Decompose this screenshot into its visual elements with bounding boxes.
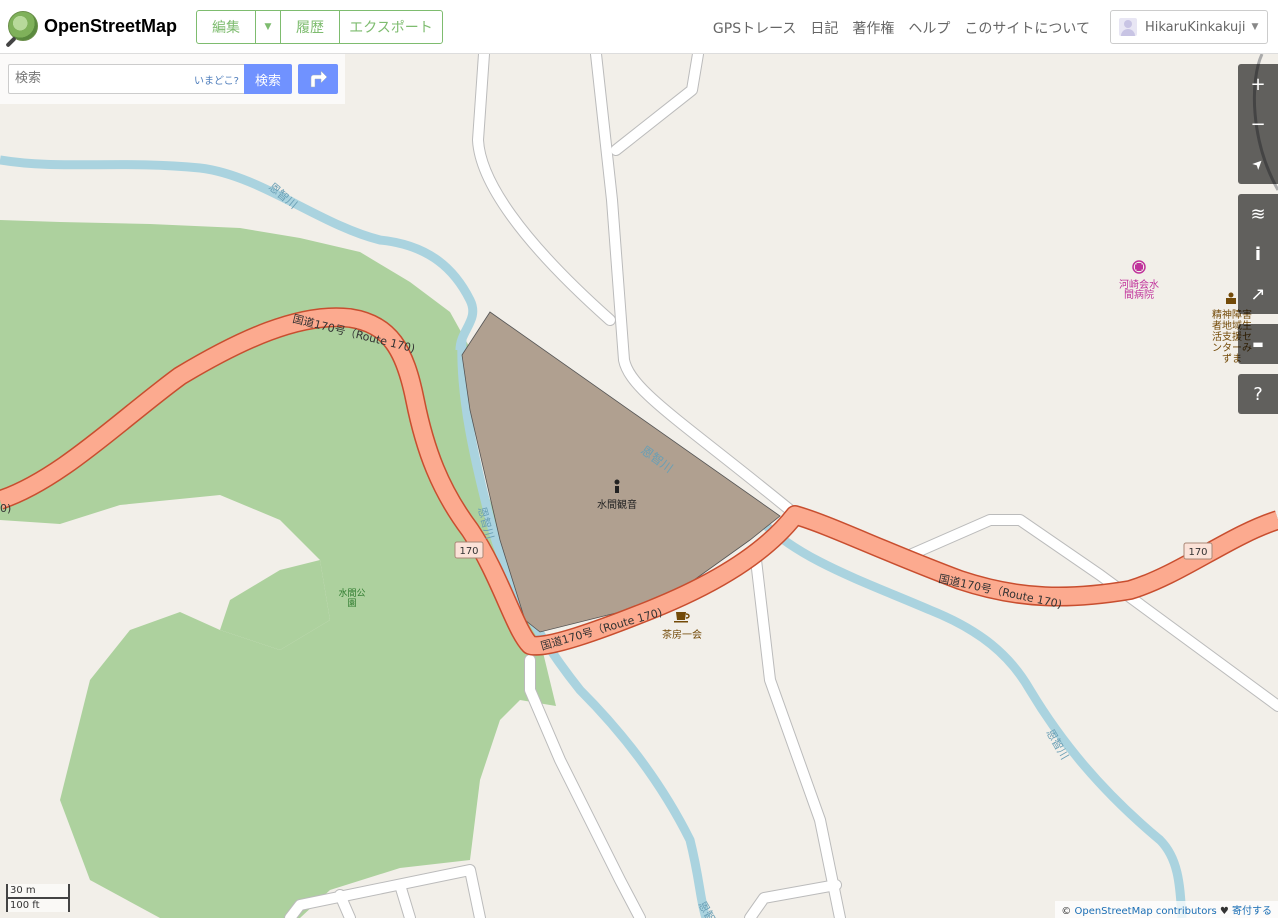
secondary-nav: GPSトレース 日記 著作権 ヘルプ このサイトについて	[713, 18, 1090, 38]
add-note-button[interactable]: ▬	[1238, 324, 1278, 364]
directions-button[interactable]	[298, 64, 338, 94]
layers-button[interactable]: ≋	[1238, 194, 1278, 234]
search-input[interactable]	[9, 65, 171, 91]
help-control: ?	[1238, 374, 1278, 414]
poi-label: 茶房一会	[662, 628, 702, 641]
history-button[interactable]: 履歴	[281, 11, 340, 43]
search-button[interactable]: 検索	[244, 64, 292, 94]
zoom-out-button[interactable]: −	[1238, 104, 1278, 144]
location-arrow-icon: ➤	[1248, 154, 1268, 174]
nav-link-gps-traces[interactable]: GPSトレース	[713, 18, 796, 38]
nav-link-about[interactable]: このサイトについて	[964, 18, 1090, 38]
osm-logo-icon	[8, 11, 38, 41]
chevron-down-icon: ▼	[264, 22, 272, 32]
contributors-link[interactable]: OpenStreetMap contributors	[1074, 906, 1216, 917]
map-key-button[interactable]: i	[1238, 234, 1278, 274]
user-menu[interactable]: HikaruKinkakuji ▼	[1110, 10, 1268, 44]
search-panel: いまどこ? 検索	[0, 54, 345, 104]
route-shield: 170	[1183, 542, 1213, 560]
copyright-symbol: ©	[1061, 906, 1072, 917]
site-logo[interactable]: OpenStreetMap	[8, 10, 177, 42]
info-icon: i	[1254, 243, 1262, 265]
scale-imperial: 100 ft	[6, 897, 70, 912]
share-icon: ↗	[1250, 283, 1266, 305]
park-label: 園	[347, 598, 356, 609]
directions-icon	[310, 70, 328, 88]
park-label: 水間公	[338, 587, 365, 599]
query-features-button[interactable]: ?	[1238, 374, 1278, 414]
heart-icon: ♥	[1219, 906, 1229, 917]
site-name[interactable]: OpenStreetMap	[44, 16, 177, 37]
note-control: ▬	[1238, 324, 1278, 364]
where-am-i-link[interactable]: いまどこ?	[194, 72, 239, 87]
attribution: © OpenStreetMap contributors ♥ 寄付する	[1055, 901, 1278, 918]
map-canvas[interactable]: 国道170号（Route 170) 国道170号（Route 170) 国道17…	[0, 0, 1278, 918]
map-navigation-controls: + − ➤	[1238, 64, 1278, 184]
share-button[interactable]: ↗	[1238, 274, 1278, 314]
question-icon: ?	[1253, 383, 1263, 405]
locate-button[interactable]: ➤	[1238, 144, 1278, 184]
nav-link-diary[interactable]: 日記	[810, 18, 838, 38]
svg-text:170: 170	[459, 546, 478, 557]
svg-text:170: 170	[1188, 547, 1207, 558]
avatar	[1119, 18, 1137, 36]
edit-dropdown-toggle[interactable]: ▼	[256, 11, 281, 43]
nav-link-copyright[interactable]: 著作権	[852, 18, 894, 38]
comment-icon: ▬	[1252, 337, 1264, 351]
map-panel-controls: ≋ i ↗	[1238, 194, 1278, 314]
place-of-worship-icon[interactable]	[614, 479, 620, 494]
edit-button[interactable]: 編集	[197, 11, 256, 43]
route-shield: 170	[454, 541, 484, 559]
poi-label: 間病院	[1124, 288, 1154, 301]
donate-link[interactable]: 寄付する	[1232, 906, 1272, 917]
top-navigation-bar: OpenStreetMap 編集 ▼ 履歴 エクスポート GPSトレース 日記 …	[0, 0, 1278, 54]
scale-bar: 30 m 100 ft	[6, 884, 70, 912]
chevron-down-icon: ▼	[1251, 22, 1259, 32]
username: HikaruKinkakuji	[1145, 19, 1246, 35]
nav-link-help[interactable]: ヘルプ	[908, 18, 950, 38]
layers-icon: ≋	[1250, 203, 1266, 225]
road-label-edge: 0)	[0, 502, 11, 515]
edit-button-group: 編集 ▼ 履歴 エクスポート	[196, 10, 443, 44]
poi-label: 水間観音	[597, 498, 637, 511]
search-field: いまどこ?	[8, 64, 246, 94]
zoom-in-button[interactable]: +	[1238, 64, 1278, 104]
export-button[interactable]: エクスポート	[340, 11, 442, 43]
